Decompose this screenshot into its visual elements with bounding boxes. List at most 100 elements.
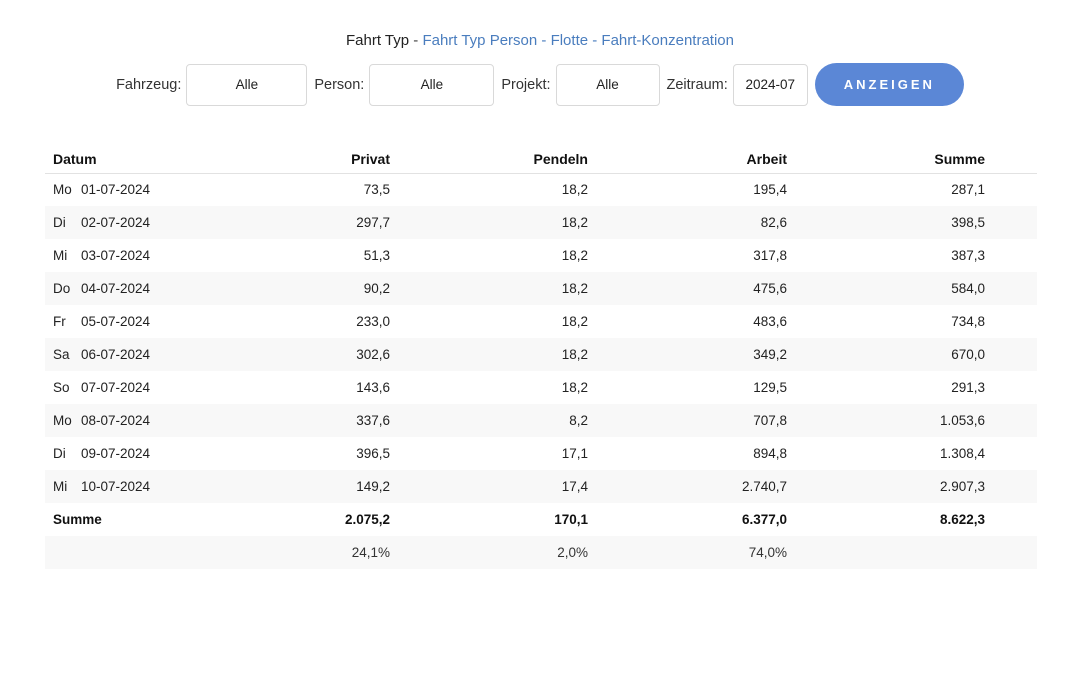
person-input[interactable]	[369, 64, 494, 106]
table-row: Di 09-07-2024 396,5 17,1 894,8 1.308,4	[45, 437, 1037, 470]
table-row: Mo 08-07-2024 337,6 8,2 707,8 1.053,6	[45, 404, 1037, 437]
nav-separator: -	[541, 32, 546, 49]
total-arbeit-cell: 6.377,0	[588, 503, 787, 536]
person-label: Person:	[314, 77, 364, 93]
total-row: Summe 2.075,2 170,1 6.377,0 8.622,3	[45, 503, 1037, 536]
pendeln-cell: 17,1	[390, 437, 588, 470]
privat-cell: 73,5	[192, 173, 390, 206]
privat-cell: 90,2	[192, 272, 390, 305]
pendeln-cell: 17,4	[390, 470, 588, 503]
summe-cell: 584,0	[787, 272, 1037, 305]
table-row: Mi 03-07-2024 51,3 18,2 317,8 387,3	[45, 239, 1037, 272]
day-cell: So	[45, 371, 81, 404]
anzeigen-button[interactable]: ANZEIGEN	[815, 63, 964, 106]
projekt-input[interactable]	[556, 64, 660, 106]
total-summe-cell: 8.622,3	[787, 503, 1037, 536]
summe-cell: 1.053,6	[787, 404, 1037, 437]
table-row: So 07-07-2024 143,6 18,2 129,5 291,3	[45, 371, 1037, 404]
nav-separator: -	[592, 32, 597, 49]
pendeln-cell: 18,2	[390, 206, 588, 239]
date-cell: 04-07-2024	[81, 272, 192, 305]
zeitraum-input[interactable]	[733, 64, 808, 106]
percent-pendeln-cell: 2,0%	[390, 536, 588, 569]
summe-cell: 291,3	[787, 371, 1037, 404]
day-cell: Mi	[45, 239, 81, 272]
date-cell: 09-07-2024	[81, 437, 192, 470]
day-cell: Mo	[45, 404, 81, 437]
table-row: Mo 01-07-2024 73,5 18,2 195,4 287,1	[45, 173, 1037, 206]
date-cell: 10-07-2024	[81, 470, 192, 503]
day-cell: Mi	[45, 470, 81, 503]
privat-cell: 302,6	[192, 338, 390, 371]
percent-privat-cell: 24,1%	[192, 536, 390, 569]
filter-field-zeitraum: Zeitraum:	[667, 64, 815, 106]
fahrzeug-label: Fahrzeug:	[116, 77, 181, 93]
privat-cell: 143,6	[192, 371, 390, 404]
header-privat: Privat	[192, 145, 390, 173]
table-row: Mi 10-07-2024 149,2 17,4 2.740,7 2.907,3	[45, 470, 1037, 503]
table-summary: Summe 2.075,2 170,1 6.377,0 8.622,3 24,1…	[45, 503, 1037, 569]
filter-bar: Fahrzeug: Person: Projekt: Zeitraum: ANZ…	[0, 63, 1080, 106]
header-summe: Summe	[787, 145, 1037, 173]
trip-type-table-container: Datum Privat Pendeln Arbeit Summe Mo 01-…	[45, 145, 1037, 569]
arbeit-cell: 894,8	[588, 437, 787, 470]
percent-row: 24,1% 2,0% 74,0%	[45, 536, 1037, 569]
pendeln-cell: 18,2	[390, 239, 588, 272]
date-cell: 05-07-2024	[81, 305, 192, 338]
table-row: Di 02-07-2024 297,7 18,2 82,6 398,5	[45, 206, 1037, 239]
privat-cell: 396,5	[192, 437, 390, 470]
privat-cell: 51,3	[192, 239, 390, 272]
arbeit-cell: 707,8	[588, 404, 787, 437]
privat-cell: 233,0	[192, 305, 390, 338]
projekt-label: Projekt:	[501, 77, 550, 93]
day-cell: Mo	[45, 173, 81, 206]
trip-type-table: Datum Privat Pendeln Arbeit Summe Mo 01-…	[45, 145, 1037, 569]
date-cell: 01-07-2024	[81, 173, 192, 206]
day-cell: Di	[45, 206, 81, 239]
summe-cell: 670,0	[787, 338, 1037, 371]
pendeln-cell: 18,2	[390, 371, 588, 404]
date-cell: 03-07-2024	[81, 239, 192, 272]
arbeit-cell: 82,6	[588, 206, 787, 239]
nav-link-fahrt-konzentration[interactable]: Fahrt-Konzentration	[601, 32, 734, 49]
arbeit-cell: 129,5	[588, 371, 787, 404]
percent-arbeit-cell: 74,0%	[588, 536, 787, 569]
privat-cell: 297,7	[192, 206, 390, 239]
day-cell: Do	[45, 272, 81, 305]
arbeit-cell: 349,2	[588, 338, 787, 371]
day-cell: Fr	[45, 305, 81, 338]
summe-cell: 287,1	[787, 173, 1037, 206]
date-cell: 08-07-2024	[81, 404, 192, 437]
privat-cell: 149,2	[192, 470, 390, 503]
arbeit-cell: 475,6	[588, 272, 787, 305]
summe-cell: 398,5	[787, 206, 1037, 239]
summe-cell: 2.907,3	[787, 470, 1037, 503]
pendeln-cell: 18,2	[390, 272, 588, 305]
filter-field-projekt: Projekt:	[501, 64, 666, 106]
arbeit-cell: 317,8	[588, 239, 787, 272]
date-cell: 06-07-2024	[81, 338, 192, 371]
zeitraum-label: Zeitraum:	[667, 77, 728, 93]
table-header-row: Datum Privat Pendeln Arbeit Summe	[45, 145, 1037, 173]
nav-link-flotte[interactable]: Flotte	[551, 32, 589, 49]
percent-label-cell	[45, 536, 192, 569]
table-row: Do 04-07-2024 90,2 18,2 475,6 584,0	[45, 272, 1037, 305]
pendeln-cell: 8,2	[390, 404, 588, 437]
arbeit-cell: 483,6	[588, 305, 787, 338]
day-cell: Sa	[45, 338, 81, 371]
fahrzeug-input[interactable]	[186, 64, 307, 106]
pendeln-cell: 18,2	[390, 305, 588, 338]
summe-cell: 734,8	[787, 305, 1037, 338]
pendeln-cell: 18,2	[390, 338, 588, 371]
arbeit-cell: 2.740,7	[588, 470, 787, 503]
filter-field-person: Person:	[314, 64, 501, 106]
percent-summe-cell	[787, 536, 1037, 569]
total-privat-cell: 2.075,2	[192, 503, 390, 536]
date-cell: 02-07-2024	[81, 206, 192, 239]
nav-link-fahrt-typ-person[interactable]: Fahrt Typ Person	[422, 32, 537, 49]
total-label-cell: Summe	[45, 503, 192, 536]
privat-cell: 337,6	[192, 404, 390, 437]
table-body: Mo 01-07-2024 73,5 18,2 195,4 287,1 Di 0…	[45, 173, 1037, 503]
day-cell: Di	[45, 437, 81, 470]
header-datum: Datum	[45, 145, 192, 173]
